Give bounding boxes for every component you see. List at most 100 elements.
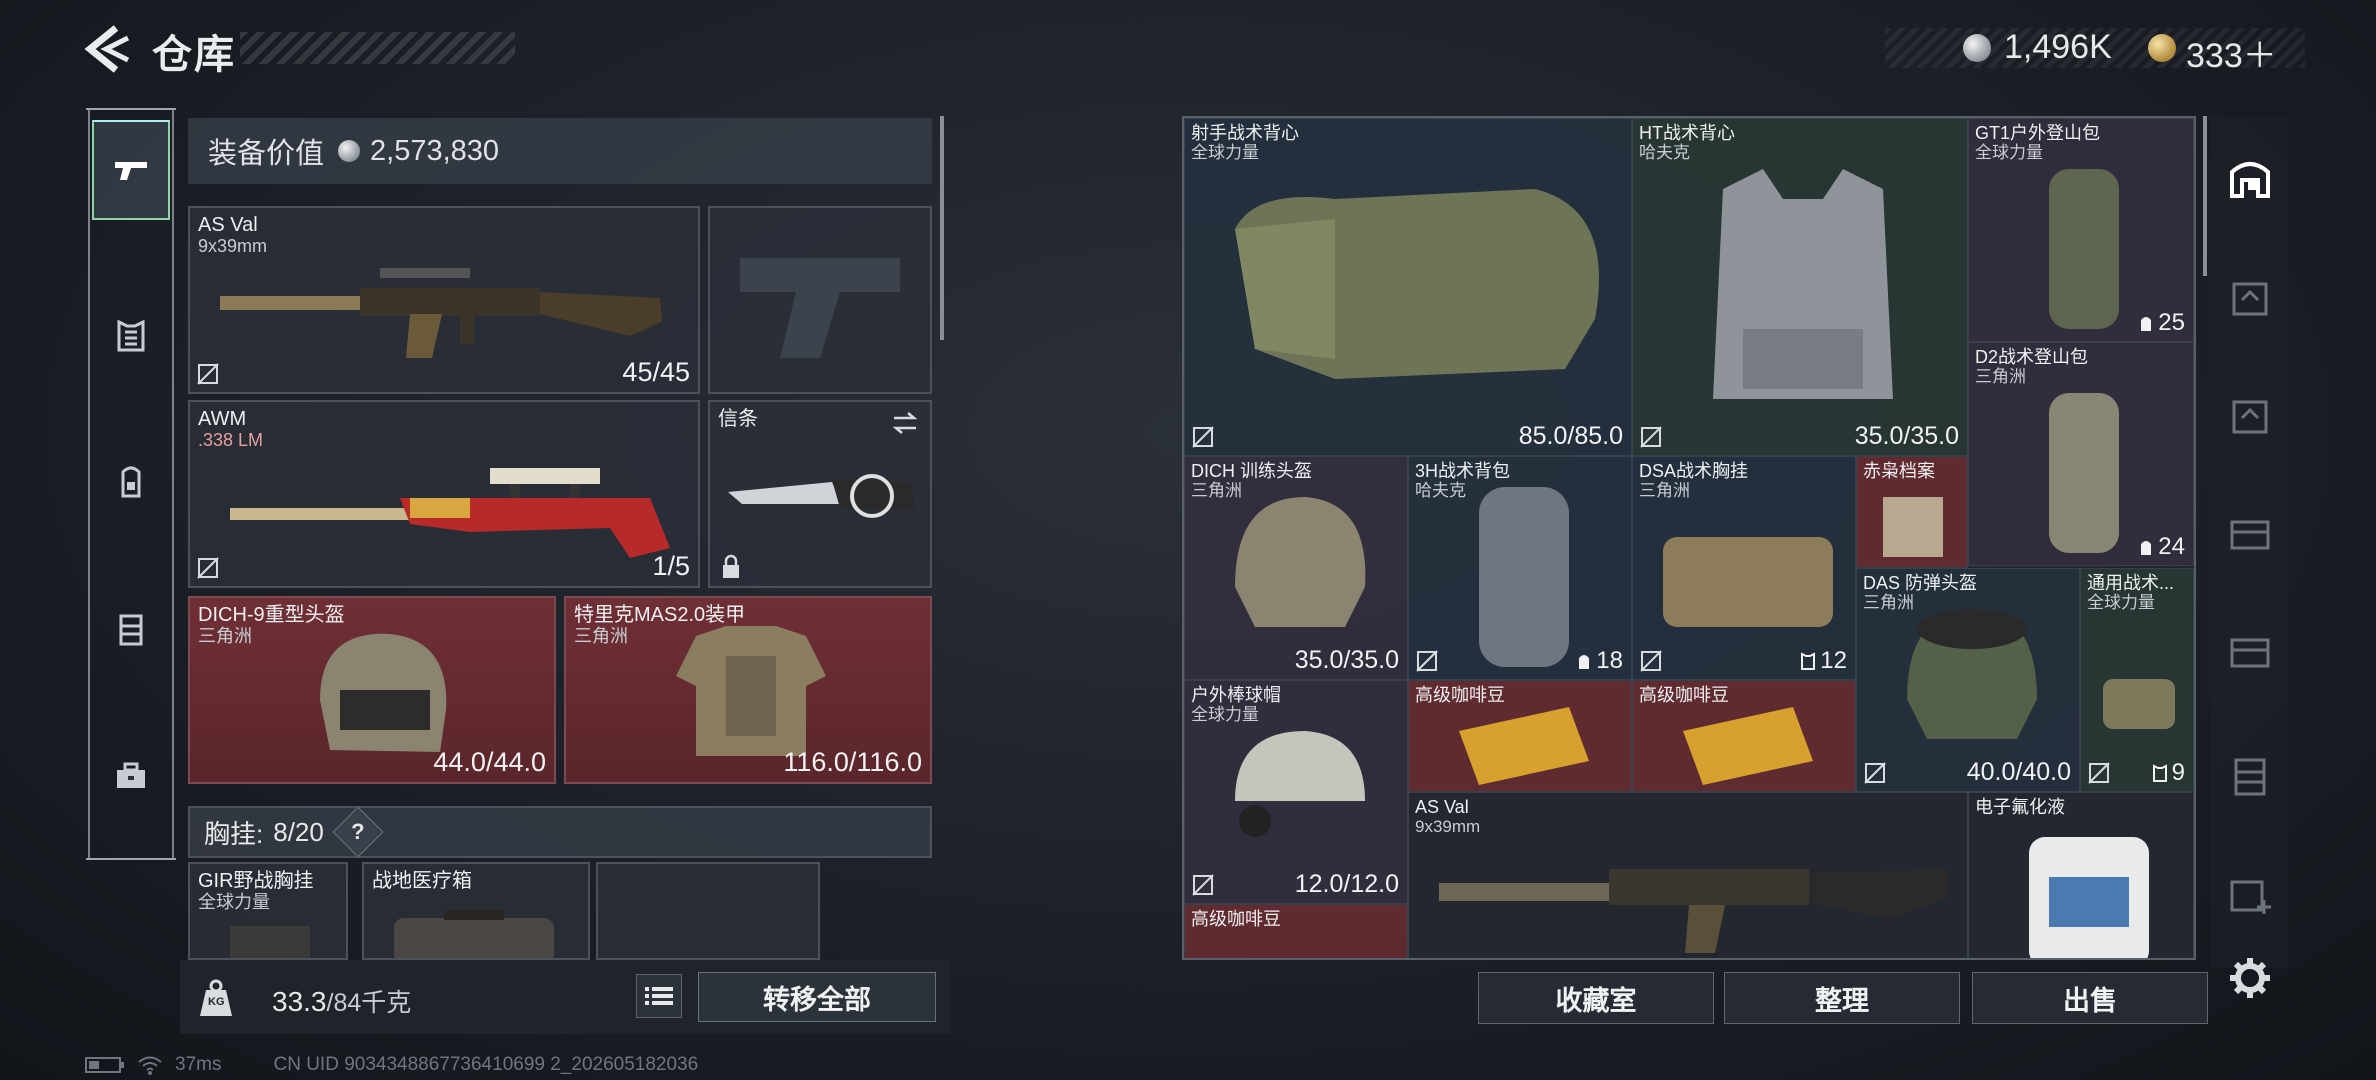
durability-value: 44.0/44.0	[433, 747, 546, 777]
warehouse-tab-6[interactable]	[2216, 742, 2284, 810]
no-trade-icon	[1192, 874, 1214, 896]
settings-button[interactable]	[2216, 944, 2284, 1012]
category-toolbox[interactable]	[92, 726, 170, 826]
capacity-value: 25	[2158, 309, 2185, 336]
weight-current: 33.3	[272, 986, 327, 1017]
baseball-cap-image	[1235, 731, 1365, 837]
title-decoration	[240, 32, 515, 64]
durability-value: 116.0/116.0	[783, 747, 922, 777]
no-trade-icon	[197, 363, 219, 385]
sort-button[interactable]: 整理	[1724, 972, 1960, 1024]
category-weapons[interactable]	[92, 120, 170, 220]
capacity-badge: 12	[1800, 647, 1847, 675]
gear-icon	[2230, 958, 2270, 998]
slot-item-name: AWM	[198, 408, 247, 430]
collection-room-button[interactable]: 收藏室	[1478, 972, 1714, 1024]
rig-item[interactable]: 战地医疗箱	[362, 862, 590, 960]
equipment-scrollbar[interactable]	[940, 116, 944, 340]
rig-capacity-icon	[1801, 652, 1816, 670]
list-view-button[interactable]	[636, 974, 682, 1018]
capacity-badge: 24	[2138, 533, 2185, 561]
body-armor-slot[interactable]: 特里克MAS2.0装甲 三角洲 116.0/116.0	[564, 596, 932, 784]
grid-item[interactable]: 通用战术... 全球力量 9	[2080, 568, 2194, 792]
grid-item[interactable]: D2战术登山包 三角洲 24	[1968, 342, 2194, 566]
grid-item[interactable]: 3H战术背包 哈夫克 18	[1408, 456, 1632, 680]
backpack-image	[1479, 487, 1569, 667]
page-title: 仓库	[152, 33, 236, 77]
category-rig[interactable]	[92, 580, 170, 680]
backpack-capacity-icon	[1579, 655, 1590, 669]
grid-item[interactable]: 电子氟化液	[1968, 792, 2194, 958]
melee-slot[interactable]: 信条	[708, 400, 932, 588]
grid-item[interactable]: 高级咖啡豆	[1632, 680, 1856, 792]
grid-item[interactable]: AS Val 9x39mm	[1408, 792, 1968, 958]
transfer-all-button[interactable]: 转移全部	[698, 972, 936, 1022]
list-icon	[645, 987, 673, 1005]
warehouse-tab-2[interactable]	[2216, 262, 2284, 330]
silver-coin-icon	[338, 140, 361, 162]
ballistic-helmet-image	[1907, 609, 2037, 739]
item-sub: 哈夫克	[1415, 481, 1466, 500]
body-armor-image	[676, 626, 826, 756]
warehouse-tab-5[interactable]	[2216, 616, 2284, 684]
backpack-image	[2049, 169, 2119, 329]
chest-rig-image	[1663, 537, 1833, 627]
warehouse-tab-add[interactable]	[2216, 860, 2284, 928]
plate-carrier-image	[1713, 169, 1893, 399]
durability-value: 40.0/40.0	[1966, 758, 2071, 786]
gold-currency-amount[interactable]: 333＋	[2186, 28, 2277, 77]
weight-max: /84千克	[326, 989, 412, 1017]
no-trade-icon	[1864, 762, 1886, 784]
warehouse-icon	[2230, 162, 2270, 198]
grid-item[interactable]: DAS 防弹头盔 三角洲 40.0/40.0	[1856, 568, 2080, 792]
grid-item[interactable]: 射手战术背心 全球力量 85.0/85.0	[1184, 118, 1632, 456]
equipment-value-label: 装备价值	[208, 138, 325, 170]
helmet-slot[interactable]: DICH-9重型头盔 三角洲 44.0/44.0	[188, 596, 556, 784]
secondary-weapon-slot[interactable]: AWM .338 LM 1/5	[188, 400, 700, 588]
grid-item[interactable]: 高级咖啡豆	[1408, 680, 1632, 792]
gold-coin-icon	[2148, 34, 2176, 62]
item-name: 高级咖啡豆	[1191, 909, 1281, 929]
storage-box-icon	[2232, 282, 2268, 316]
battery-icon	[85, 1057, 124, 1073]
warehouse-tab-4[interactable]	[2216, 498, 2284, 566]
silver-currency-amount: 1,496K	[2004, 28, 2112, 66]
swap-icon[interactable]	[890, 410, 920, 436]
no-trade-icon	[197, 557, 219, 579]
ammo-count: 45/45	[622, 357, 690, 387]
warehouse-scrollbar[interactable]	[2203, 116, 2207, 276]
back-arrow-icon[interactable]	[82, 22, 132, 76]
warehouse-tab-3[interactable]	[2216, 380, 2284, 448]
help-button[interactable]: ?	[332, 806, 384, 858]
item-sub: 三角洲	[1975, 367, 2026, 386]
grid-item[interactable]: 赤枭档案	[1856, 456, 1968, 568]
tactical-vest-image	[1235, 189, 1599, 379]
sell-button[interactable]: 出售	[1972, 972, 2208, 1024]
primary-weapon-slot[interactable]: AS Val 9x39mm 45/45	[188, 206, 700, 394]
rig-count: 8	[273, 816, 288, 847]
empty-rig-slot[interactable]	[596, 862, 820, 960]
durability-value: 35.0/35.0	[1294, 646, 1399, 674]
category-armor[interactable]	[92, 286, 170, 386]
item-sub: 全球力量	[2087, 593, 2155, 612]
chest-rig-image	[230, 926, 310, 958]
no-trade-icon	[1416, 650, 1438, 672]
grid-item[interactable]: DSA战术胸挂 三角洲 12	[1632, 456, 1856, 680]
medical-box-image	[394, 910, 554, 958]
category-backpack[interactable]	[92, 432, 170, 532]
no-trade-icon	[2088, 762, 2110, 784]
grid-item[interactable]: GT1户外登山包 全球力量 25	[1968, 118, 2194, 342]
slot-item-sub: 三角洲	[198, 626, 252, 646]
grid-item[interactable]: DICH 训练头盔 三角洲 35.0/35.0	[1184, 456, 1408, 680]
sidearm-slot[interactable]	[708, 206, 932, 394]
warehouse-tab-all[interactable]	[2216, 142, 2284, 210]
grid-item[interactable]: 高级咖啡豆	[1184, 904, 1408, 958]
item-sub: 三角洲	[1639, 481, 1690, 500]
rail-top-edge	[86, 108, 176, 110]
grid-item[interactable]: HT战术背心 哈夫克 35.0/35.0	[1632, 118, 1968, 456]
grid-item[interactable]: 户外棒球帽 全球力量 12.0/12.0	[1184, 680, 1408, 904]
as-val-rifle-image	[1439, 869, 1949, 953]
rig-capacity-icon	[2152, 764, 2167, 782]
capacity-value: 18	[1596, 647, 1623, 674]
rig-item[interactable]: GIR野战胸挂 全球力量	[188, 862, 348, 960]
